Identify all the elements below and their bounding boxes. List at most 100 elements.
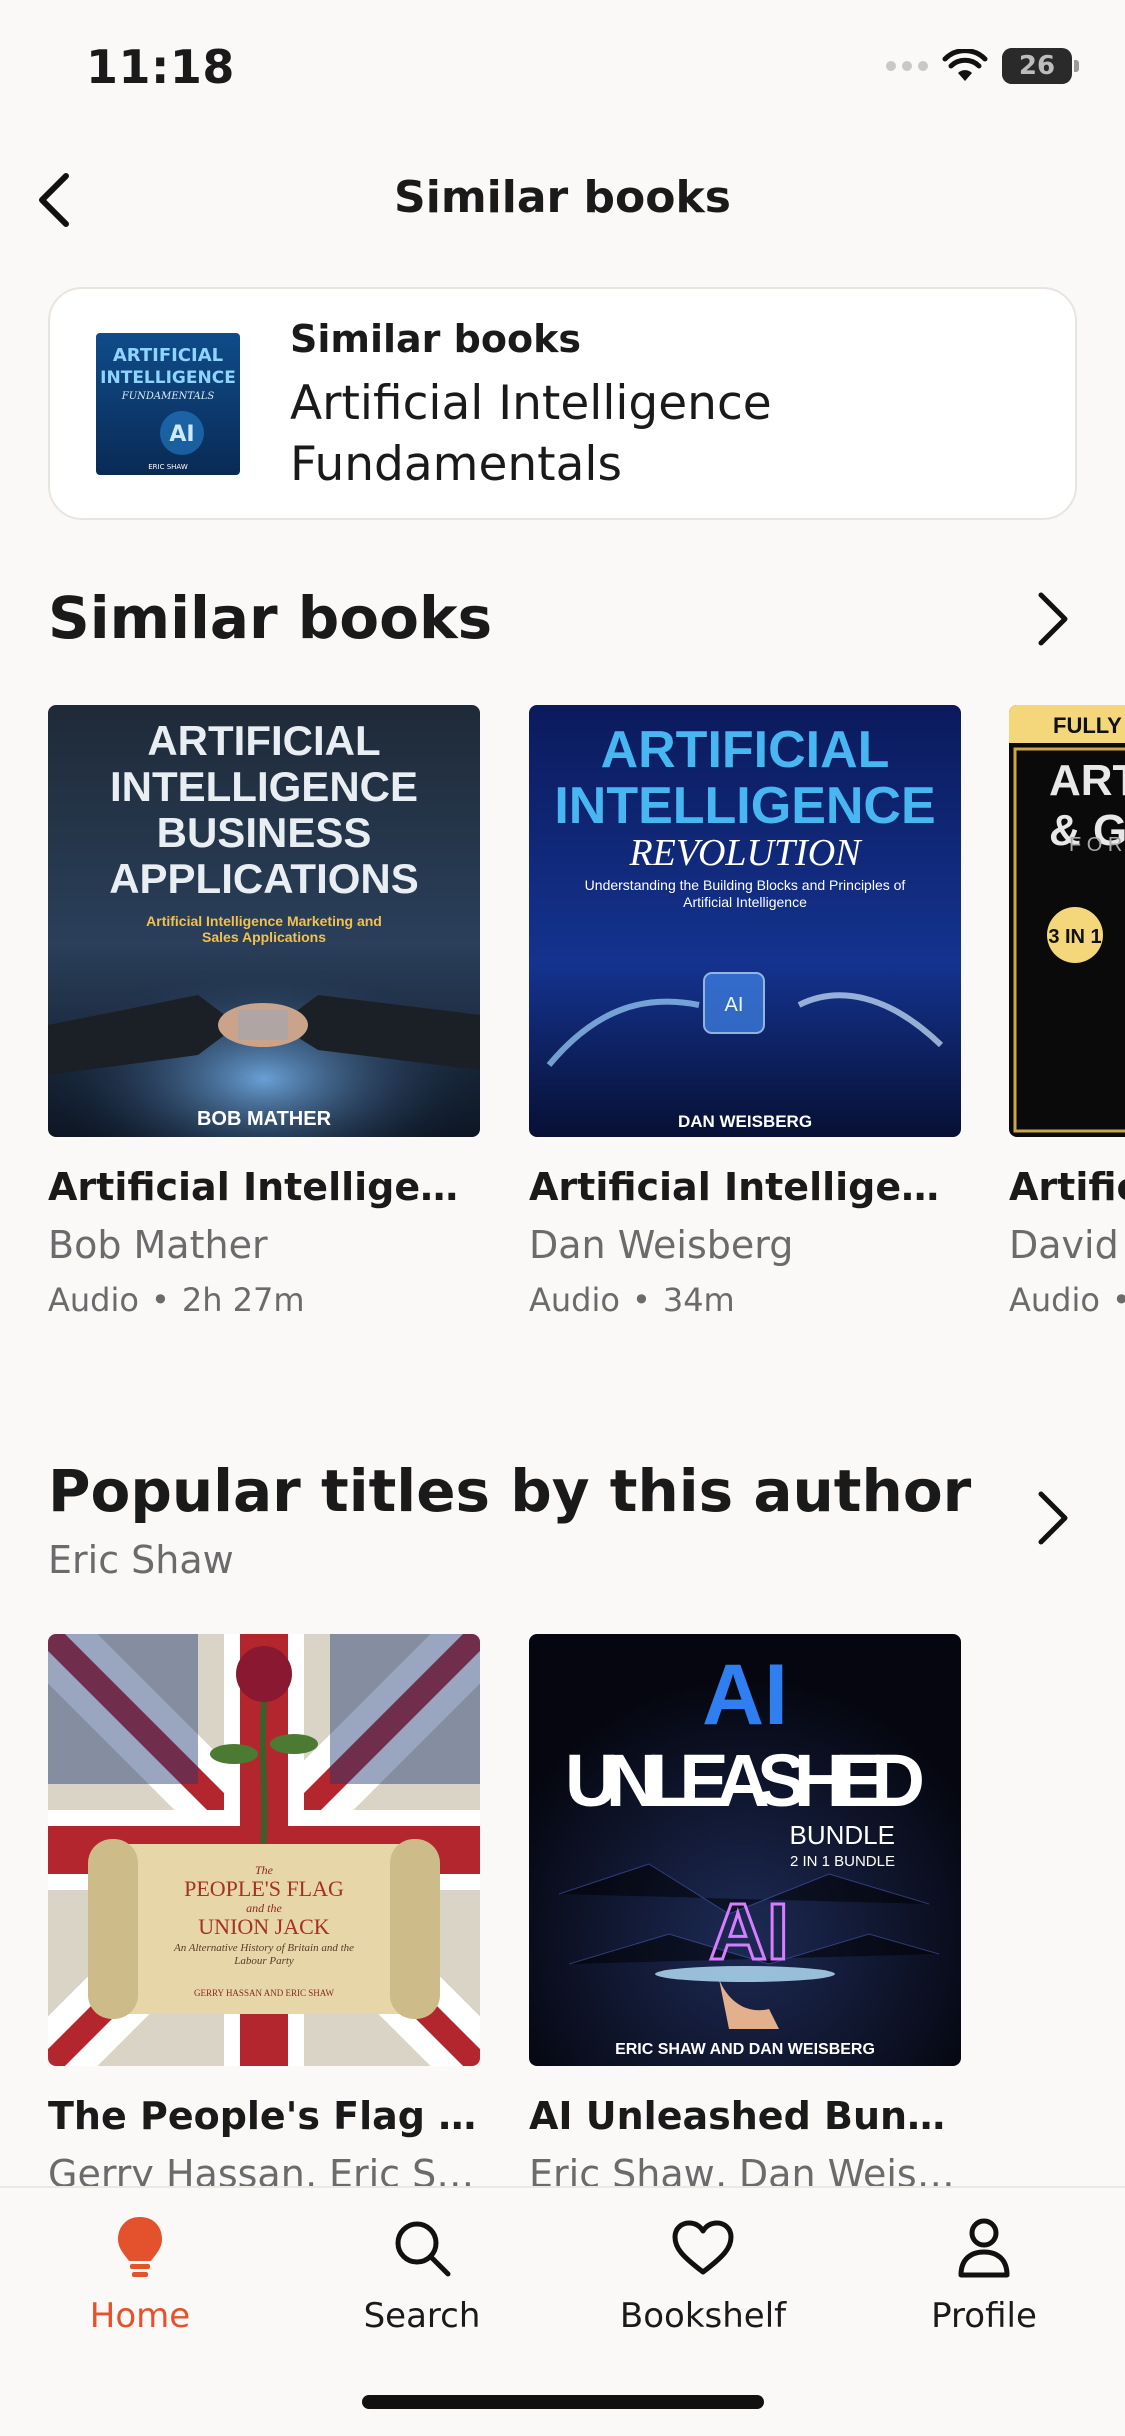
status-icons: 26 xyxy=(886,48,1079,84)
similar-books-carousel[interactable]: ARTIFICIAL INTELLIGENCE BUSINESS APPLICA… xyxy=(48,705,1125,1325)
book-card[interactable]: FULLY UPD ARTIF & G F O R 3 IN 1 Artific… xyxy=(1009,705,1125,1319)
person-icon xyxy=(958,2218,1010,2278)
cover-line: UNLEASHED xyxy=(565,1739,925,1822)
cover-badge: 3 IN 1 xyxy=(1048,926,1101,948)
source-book-kicker: Similar books xyxy=(290,317,581,361)
book-author: Eric Shaw, Dan Weisberg xyxy=(529,2152,961,2186)
search-icon xyxy=(395,2221,451,2277)
cover-line: APPLICATIONS xyxy=(109,855,419,902)
cover-line: PEOPLE'S FLAG xyxy=(184,1876,344,1901)
tab-label: Profile xyxy=(931,2296,1037,2336)
book-cover[interactable]: ARTIFICIAL INTELLIGENCE REVOLUTION Under… xyxy=(529,705,961,1137)
cover-line: UNION JACK xyxy=(198,1914,330,1939)
source-book-card[interactable]: ARTIFICIAL INTELLIGENCE FUNDAMENTALS AI … xyxy=(48,287,1077,520)
cover-mark: AI xyxy=(709,1887,789,1976)
cover-line: BUSINESS xyxy=(157,809,372,856)
similar-books-heading[interactable]: Similar books xyxy=(48,584,492,652)
popular-titles-heading[interactable]: Popular titles by this author xyxy=(48,1457,971,1525)
book-title[interactable]: Artificial Intelligence Business Applica… xyxy=(48,1165,480,1209)
cover-author: BOB MATHER xyxy=(197,1108,332,1130)
svg-text:AI: AI xyxy=(725,994,744,1016)
cover-tagline: An Alternative History of Britain and th… xyxy=(173,1942,355,1967)
separator-dot: • xyxy=(631,1281,651,1319)
source-cover-line-1: ARTIFICIAL xyxy=(113,345,223,366)
battery-percent: 26 xyxy=(1018,51,1056,81)
book-title[interactable]: Artificial Intelligence xyxy=(1009,1165,1125,1209)
source-cover-author: ERIC SHAW xyxy=(148,463,188,471)
cover-author: ERIC SHAW AND DAN WEISBERG xyxy=(615,2041,875,2058)
cover-tagline: 2 IN 1 BUNDLE xyxy=(790,1853,895,1870)
page-title: Similar books xyxy=(394,172,731,223)
book-card[interactable]: ARTIFICIAL INTELLIGENCE REVOLUTION Under… xyxy=(529,705,961,1319)
book-format: Audio xyxy=(529,1281,620,1319)
book-format: Audio xyxy=(1009,1281,1100,1319)
book-meta: Audio • xyxy=(1009,1281,1125,1319)
book-cover[interactable]: AI UNLEASHED BUNDLE 2 IN 1 BUNDLE AI ERI… xyxy=(529,1634,961,2066)
lightbulb-icon xyxy=(118,2217,162,2277)
book-author: Dan Weisberg xyxy=(529,1223,794,1267)
cover-small-text: The xyxy=(255,1863,274,1877)
source-cover-subtitle: FUNDAMENTALS xyxy=(121,391,215,402)
source-book-title: Artificial Intelligence Fundamentals xyxy=(290,376,772,492)
book-meta: Audio • 2h 27m xyxy=(48,1281,480,1319)
book-format: Audio xyxy=(48,1281,139,1319)
book-meta: Audio • 34m xyxy=(529,1281,961,1319)
cover-line: ARTIFICIAL xyxy=(601,721,890,779)
battery-icon: 26 xyxy=(1002,48,1072,84)
book-cover[interactable]: FULLY UPD ARTIF & G F O R 3 IN 1 xyxy=(1009,705,1125,1137)
home-indicator xyxy=(362,2395,764,2409)
book-card[interactable]: The PEOPLE'S FLAG and the UNION JACK An … xyxy=(48,1634,480,2186)
cover-subtitle: BUNDLE xyxy=(790,1820,895,1850)
popular-titles-author: Eric Shaw xyxy=(48,1538,234,1582)
book-author: Bob Mather xyxy=(48,1223,268,1267)
battery-level xyxy=(1002,48,1021,84)
similar-books-see-all-button[interactable] xyxy=(1017,583,1089,655)
cover-author: GERRY HASSAN AND ERIC SHAW xyxy=(194,1988,334,1998)
book-card[interactable]: ARTIFICIAL INTELLIGENCE BUSINESS APPLICA… xyxy=(48,705,480,1319)
cover-banner: FULLY UPD xyxy=(1053,713,1125,738)
source-book-cover[interactable]: ARTIFICIAL INTELLIGENCE FUNDAMENTALS AI … xyxy=(96,333,240,475)
separator-dot: • xyxy=(150,1281,170,1319)
book-duration: 34m xyxy=(662,1281,735,1319)
svg-text:AI: AI xyxy=(169,422,194,447)
cover-line: ARTIFICIAL xyxy=(147,717,380,764)
cover-line: ARTIF xyxy=(1049,756,1125,805)
cover-tagline: Understanding the Building Blocks and Pr… xyxy=(584,877,906,910)
popular-titles-carousel[interactable]: The PEOPLE'S FLAG and the UNION JACK An … xyxy=(48,1634,1125,2186)
source-cover-line-2: INTELLIGENCE xyxy=(100,368,236,388)
chevron-right-icon xyxy=(1038,592,1068,646)
status-bar: 11:18 26 xyxy=(0,0,1125,140)
battery-indicator: 26 xyxy=(1002,48,1079,84)
cover-tagline: Artificial Intelligence Marketing and Sa… xyxy=(146,913,382,945)
book-title[interactable]: Artificial Intelligence Revolution xyxy=(529,1165,961,1209)
book-cover[interactable]: ARTIFICIAL INTELLIGENCE BUSINESS APPLICA… xyxy=(48,705,480,1137)
book-card[interactable]: AI UNLEASHED BUNDLE 2 IN 1 BUNDLE AI ERI… xyxy=(529,1634,961,2186)
wifi-icon xyxy=(942,49,988,81)
cellular-signal-icon xyxy=(886,61,928,71)
tab-home[interactable]: Home xyxy=(40,2208,240,2336)
cover-line: INTELLIGENCE xyxy=(110,763,418,810)
navigation-bar: Similar books xyxy=(0,150,1125,250)
cover-subtitle: REVOLUTION xyxy=(628,832,863,874)
book-title[interactable]: The People's Flag and the Union Jack xyxy=(48,2094,480,2138)
status-time: 11:18 xyxy=(86,40,235,94)
book-author: Gerry Hassan, Eric Shaw xyxy=(48,2152,480,2186)
cover-subtitle: F O R xyxy=(1069,834,1122,856)
book-cover[interactable]: The PEOPLE'S FLAG and the UNION JACK An … xyxy=(48,1634,480,2066)
chevron-right-icon xyxy=(1038,1491,1068,1545)
tab-label: Bookshelf xyxy=(619,2296,787,2336)
popular-titles-see-all-button[interactable] xyxy=(1017,1482,1089,1554)
tab-search[interactable]: Search xyxy=(322,2208,522,2336)
separator-dot: • xyxy=(1112,1281,1125,1319)
tab-bookshelf[interactable]: Bookshelf xyxy=(603,2208,803,2336)
book-duration: 2h 27m xyxy=(181,1281,305,1319)
cover-author: DAN WEISBERG xyxy=(678,1112,812,1131)
book-title[interactable]: AI Unleashed Bundle, 2 in 1 Bundle xyxy=(529,2094,961,2138)
tab-profile[interactable]: Profile xyxy=(884,2208,1084,2336)
cover-line: INTELLIGENCE xyxy=(554,777,935,835)
tab-label: Search xyxy=(363,2296,481,2336)
cover-small-text: and the xyxy=(246,1901,282,1915)
book-author: David xyxy=(1009,1223,1119,1267)
tab-label: Home xyxy=(89,2296,191,2336)
heart-icon xyxy=(672,2220,734,2275)
